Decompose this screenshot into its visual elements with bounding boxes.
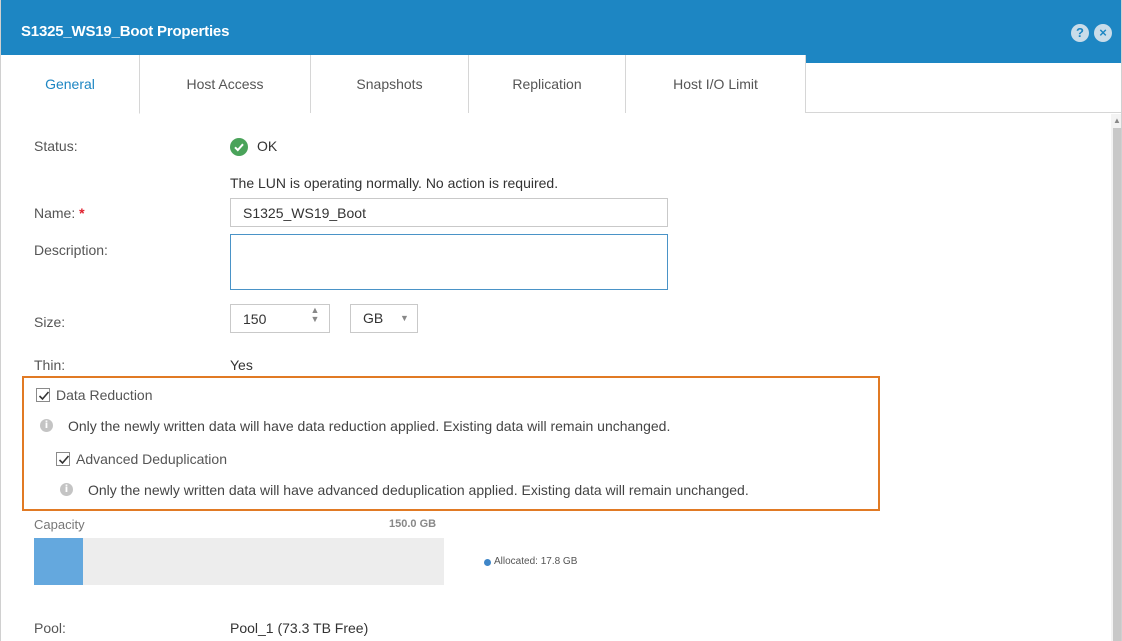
help-icon[interactable]: ?	[1071, 24, 1089, 42]
info-icon: i	[60, 483, 73, 496]
thin-label: Thin:	[34, 357, 66, 373]
pool-value: Pool_1 (73.3 TB Free)	[230, 620, 369, 636]
status-message: The LUN is operating normally. No action…	[230, 175, 559, 191]
tab-host-io-limit[interactable]: Host I/O Limit	[626, 55, 806, 113]
properties-dialog: S1325_WS19_Boot Properties ? × General H…	[0, 0, 1122, 641]
tab-replication[interactable]: Replication	[469, 55, 626, 113]
chevron-down-icon: ▼	[400, 313, 409, 323]
dialog-titlebar: S1325_WS19_Boot Properties ? ×	[1, 0, 1121, 63]
name-input[interactable]	[230, 198, 668, 227]
description-label: Description:	[34, 242, 108, 258]
info-icon: i	[40, 419, 53, 432]
tab-snapshots[interactable]: Snapshots	[311, 55, 469, 113]
required-marker: *	[79, 205, 85, 221]
dialog-title: S1325_WS19_Boot Properties	[21, 23, 230, 40]
name-label-text: Name:	[34, 205, 76, 221]
ok-check-icon	[230, 138, 248, 156]
size-label: Size:	[34, 314, 66, 330]
close-icon[interactable]: ×	[1094, 24, 1112, 42]
scroll-up-icon[interactable]: ▲	[1113, 116, 1121, 125]
capacity-total: 150.0 GB	[389, 518, 437, 530]
capacity-bar	[34, 538, 444, 585]
status-label: Status:	[34, 138, 78, 154]
allocated-legend-dot	[484, 559, 491, 566]
capacity-label: Capacity	[34, 517, 85, 532]
pool-label: Pool:	[34, 620, 66, 636]
advanced-dedup-label[interactable]: Advanced Deduplication	[76, 451, 227, 467]
capacity-allocated-fill	[34, 538, 83, 585]
stepper-arrows-icon[interactable]: ▲ ▼	[309, 306, 321, 328]
advanced-dedup-info: Only the newly written data will have ad…	[88, 482, 749, 498]
thin-value: Yes	[230, 357, 253, 373]
data-reduction-checkbox[interactable]	[36, 388, 50, 402]
data-reduction-label[interactable]: Data Reduction	[56, 387, 153, 403]
data-reduction-info: Only the newly written data will have da…	[68, 418, 671, 434]
tab-general[interactable]: General	[1, 55, 140, 114]
vertical-scrollbar[interactable]: ▲	[1111, 114, 1121, 641]
tab-bar: General Host Access Snapshots Replicatio…	[1, 55, 1121, 114]
name-label: Name: *	[34, 205, 85, 221]
status-value: OK	[257, 138, 278, 154]
scroll-thumb[interactable]	[1113, 128, 1121, 641]
tab-host-access[interactable]: Host Access	[140, 55, 311, 113]
advanced-dedup-checkbox[interactable]	[56, 452, 70, 466]
description-textarea[interactable]	[230, 234, 668, 290]
allocated-legend: Allocated: 17.8 GB	[494, 556, 578, 567]
size-unit-value: GB	[363, 310, 384, 326]
